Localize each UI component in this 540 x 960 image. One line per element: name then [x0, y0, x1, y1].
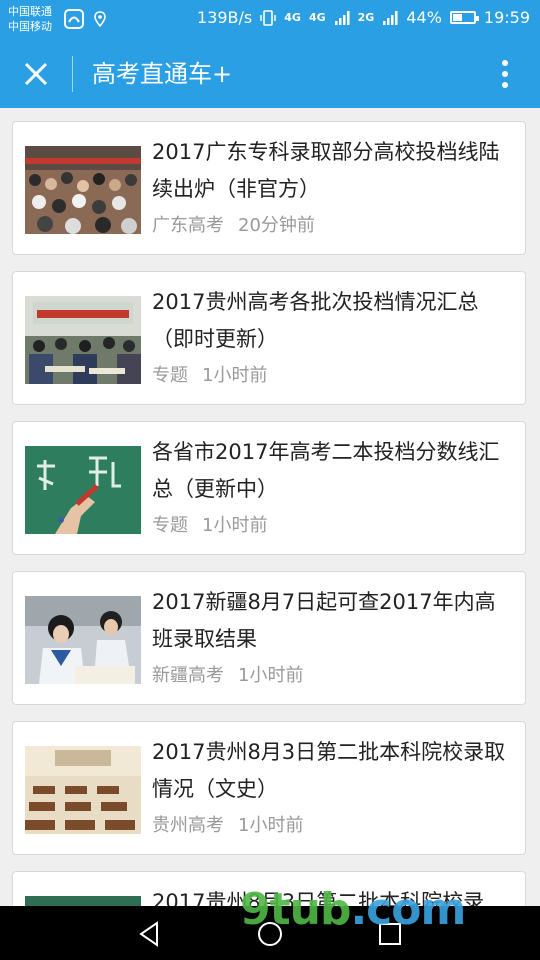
location-icon: [94, 11, 106, 27]
article-time: 1小时前: [238, 665, 304, 686]
app-notification-icon: [64, 9, 84, 29]
signal-icon: [334, 10, 350, 25]
signal-2-icon: [383, 10, 398, 25]
article-source: 专题: [152, 515, 188, 536]
network-type-3: 2G: [357, 11, 375, 24]
article-card[interactable]: 2017贵州8月3日第二批本科院校录取情况（文史） 贵州高考 1小时前: [12, 721, 526, 855]
carrier-2: 中国移动: [8, 20, 52, 33]
article-source: 专题: [152, 365, 188, 386]
status-bar: 中国联通 中国移动 139B/s 4G 4G 2G 44% 19:59: [0, 0, 540, 40]
network-type-2: 4G: [308, 11, 326, 24]
article-meta: 新疆高考 1小时前: [152, 661, 303, 687]
article-source: 贵州高考: [152, 815, 224, 836]
clock: 19:59: [483, 8, 530, 27]
network-type-1: 4G: [284, 11, 301, 24]
article-time: 20分钟前: [238, 215, 315, 236]
more-vertical-icon[interactable]: [490, 56, 520, 92]
app-bar: 高考直通车+: [0, 40, 540, 108]
article-title: 各省市2017年高考二本投档分数线汇总（更新中）: [152, 440, 500, 501]
article-time: 1小时前: [238, 815, 304, 836]
article-meta: 广东高考 20分钟前: [152, 211, 315, 237]
empty-classroom-thumbnail: [25, 746, 141, 834]
watermark-main: 9tub: [240, 884, 351, 935]
carrier-1: 中国联通: [8, 5, 52, 18]
article-title: 2017贵州8月3日第二批本科院校录取情况（文史）: [152, 740, 506, 801]
article-card[interactable]: 2017广东专科录取部分高校投档线陆续出炉（非官方） 广东高考 20分钟前: [12, 121, 526, 255]
status-right: 139B/s 4G 4G 2G 44% 19:59: [197, 8, 530, 27]
header-divider: [72, 56, 73, 92]
article-meta: 专题 1小时前: [152, 361, 267, 387]
article-title: 2017贵州高考各批次投档情况汇总（即时更新）: [152, 290, 479, 351]
crowded-exam-hall-thumbnail: [25, 146, 141, 234]
watermark-suffix: .com: [350, 884, 466, 935]
article-card[interactable]: 各省市2017年高考二本投档分数线汇总（更新中） 专题 1小时前: [12, 421, 526, 555]
site-watermark: 9tub.com: [240, 884, 466, 935]
vibrate-icon: [260, 9, 277, 26]
article-meta: 专题 1小时前: [152, 511, 267, 537]
article-card[interactable]: 2017新疆8月7日起可查2017年内高班录取结果 新疆高考 1小时前: [12, 571, 526, 705]
article-source: 新疆高考: [152, 665, 224, 686]
article-time: 1小时前: [202, 365, 268, 386]
carrier-info: 中国联通 中国移动: [8, 4, 52, 34]
article-meta: 贵州高考 1小时前: [152, 811, 303, 837]
page-title: 高考直通车+: [92, 60, 233, 88]
article-title: 2017新疆8月7日起可查2017年内高班录取结果: [152, 590, 496, 651]
battery-percent: 44%: [406, 8, 442, 27]
article-list: 2017广东专科录取部分高校投档线陆续出炉（非官方） 广东高考 20分钟前 201…: [0, 108, 540, 906]
network-speed: 139B/s: [197, 8, 253, 27]
partial-thumbnail: [25, 896, 141, 906]
article-time: 1小时前: [202, 515, 268, 536]
back-icon[interactable]: [135, 919, 165, 949]
article-title: 2017广东专科录取部分高校投档线陆续出炉（非官方）: [152, 140, 500, 201]
article-card[interactable]: 2017贵州高考各批次投档情况汇总（即时更新） 专题 1小时前: [12, 271, 526, 405]
article-source: 广东高考: [152, 215, 224, 236]
classroom-students-thumbnail: [25, 296, 141, 384]
students-studying-thumbnail: [25, 596, 141, 684]
hands-on-chalkboard-thumbnail: [25, 446, 141, 534]
battery-icon: [449, 11, 479, 24]
close-icon[interactable]: [18, 56, 54, 92]
